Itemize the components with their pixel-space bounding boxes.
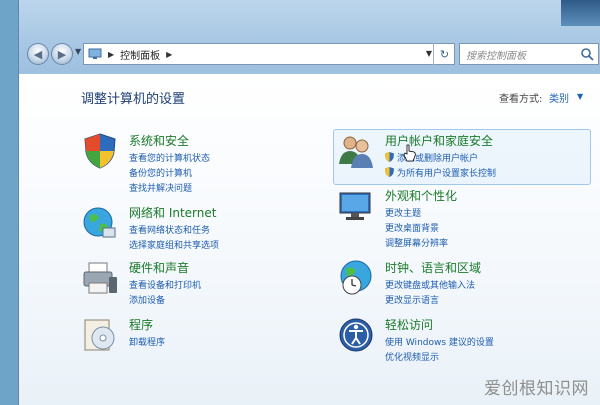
breadcrumb-separator-icon: ▶ bbox=[108, 49, 115, 59]
category-title[interactable]: 轻松访问 bbox=[385, 316, 433, 333]
category-link[interactable]: 查看设备和打印机 bbox=[129, 278, 201, 291]
main-content: 调整计算机的设置 查看方式: 类别 ▼ 系统和安全 查看您的计算机状态 备份您的… bbox=[19, 74, 600, 405]
category-link[interactable]: 添加或删除用户帐户 bbox=[385, 151, 478, 164]
search-input[interactable]: 搜索控制面板 bbox=[459, 43, 599, 65]
category-link[interactable]: 查看您的计算机状态 bbox=[129, 151, 210, 164]
page-title: 调整计算机的设置 bbox=[81, 92, 186, 107]
category-link[interactable]: 查找并解决问题 bbox=[129, 181, 192, 194]
breadcrumb-chevron-icon[interactable]: ▶ bbox=[166, 50, 172, 59]
category-link[interactable]: 添加设备 bbox=[129, 293, 165, 306]
category-title[interactable]: 系统和安全 bbox=[129, 132, 189, 149]
category-link[interactable]: 使用 Windows 建议的设置 bbox=[385, 335, 494, 348]
forward-button[interactable]: ▶ bbox=[51, 43, 73, 65]
watermark: 爱创根知识网 bbox=[484, 379, 589, 399]
category-title[interactable]: 外观和个性化 bbox=[385, 187, 457, 204]
ease-of-access-icon bbox=[339, 318, 373, 352]
category-link[interactable]: 调整屏幕分辨率 bbox=[385, 236, 448, 249]
shield-icon bbox=[84, 133, 116, 169]
category-link[interactable]: 为所有用户设置家长控制 bbox=[385, 166, 496, 179]
view-by-dropdown-icon[interactable]: ▼ bbox=[577, 92, 583, 101]
search-icon[interactable] bbox=[580, 47, 594, 61]
category-link[interactable]: 更改桌面背景 bbox=[385, 221, 439, 234]
recent-pages-dropdown-icon[interactable]: ▼ bbox=[75, 47, 81, 56]
search-placeholder: 搜索控制面板 bbox=[466, 50, 526, 62]
category-title[interactable]: 程序 bbox=[129, 316, 153, 333]
globe-network-icon bbox=[83, 207, 116, 238]
breadcrumb-control-panel[interactable]: 控制面板 bbox=[120, 47, 160, 62]
category-link[interactable]: 更改键盘或其他输入法 bbox=[385, 278, 475, 291]
category-title[interactable]: 网络和 Internet bbox=[129, 204, 216, 221]
users-icon bbox=[339, 136, 373, 168]
uac-shield-icon bbox=[385, 167, 394, 177]
view-by-label: 查看方式: bbox=[499, 94, 543, 105]
category-link[interactable]: 更改显示语言 bbox=[385, 293, 439, 306]
uac-shield-icon bbox=[385, 152, 394, 162]
category-link[interactable]: 选择家庭组和共享选项 bbox=[129, 238, 219, 251]
navigation-bar: ◀ ▶ ▼ ▶ 控制面板 ▶ ▼ ↻ 搜索控制面板 bbox=[19, 40, 600, 70]
category-link[interactable]: 卸载程序 bbox=[129, 335, 165, 348]
printer-icon bbox=[83, 262, 117, 294]
address-bar[interactable]: ▶ 控制面板 ▶ ▼ ↻ bbox=[83, 43, 455, 65]
category-title[interactable]: 用户帐户和家庭安全 bbox=[385, 132, 493, 149]
category-link[interactable]: 更改主题 bbox=[385, 206, 421, 219]
hand-cursor-icon bbox=[403, 144, 416, 162]
control-panel-icon bbox=[88, 48, 102, 59]
category-link[interactable]: 查看网络状态和任务 bbox=[129, 223, 210, 236]
category-link-text: 为所有用户设置家长控制 bbox=[397, 169, 497, 179]
clock-globe-icon bbox=[340, 260, 372, 295]
address-dropdown-icon[interactable]: ▼ bbox=[426, 49, 432, 58]
window-titlebar-edge bbox=[561, 0, 600, 26]
window-frame: ◀ ▶ ▼ ▶ 控制面板 ▶ ▼ ↻ 搜索控制面板 调整计算机的设置 查看方式:… bbox=[18, 0, 600, 405]
category-title[interactable]: 时钟、语言和区域 bbox=[385, 259, 481, 276]
category-title[interactable]: 硬件和声音 bbox=[129, 259, 189, 276]
category-link[interactable]: 优化视频显示 bbox=[385, 350, 439, 363]
view-by-select[interactable]: 类别 bbox=[549, 90, 569, 105]
refresh-icon[interactable]: ↻ bbox=[433, 43, 455, 65]
programs-icon bbox=[84, 319, 115, 351]
monitor-personalize-icon bbox=[339, 192, 371, 220]
back-button[interactable]: ◀ bbox=[27, 43, 49, 65]
category-link[interactable]: 备份您的计算机 bbox=[129, 166, 192, 179]
